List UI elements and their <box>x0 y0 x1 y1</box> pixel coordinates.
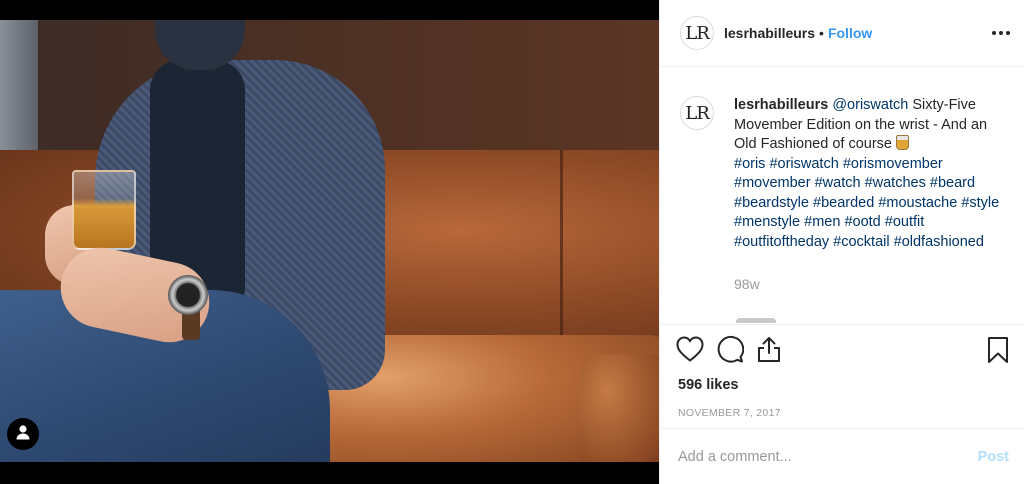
add-comment-bar: Post <box>660 428 1024 484</box>
avatar[interactable]: LR <box>680 16 714 50</box>
share-button[interactable] <box>756 331 796 371</box>
hashtag[interactable]: #orismovember <box>843 156 943 172</box>
action-bar <box>676 325 1009 377</box>
post-header: LR lesrhabilleurs • Follow <box>660 0 1024 67</box>
glass-emoji-icon <box>896 135 910 150</box>
post-comment-button[interactable]: Post <box>978 449 1009 465</box>
hashtag[interactable]: #cocktail <box>833 234 889 250</box>
hashtag[interactable]: #men <box>804 214 840 230</box>
post-media <box>0 0 659 484</box>
caption-body: lesrhabilleurs @oriswatch Sixty-Five Mov… <box>734 96 1009 252</box>
avatar-logo-text: LR <box>685 22 709 44</box>
hashtag[interactable]: #ootd <box>844 214 880 230</box>
comment-icon <box>716 335 745 368</box>
hashtag[interactable]: #movember <box>734 175 811 191</box>
likes-count[interactable]: 596 likes <box>678 377 1009 393</box>
photo-couch-seat-right <box>580 355 659 462</box>
next-comment-peek <box>736 318 776 323</box>
caption-avatar-logo-text: LR <box>685 102 709 124</box>
post-actions: 596 likes November 7, 2017 <box>660 324 1024 428</box>
caption-hashtags: #oris #oriswatch #orismovember #movember… <box>734 156 999 250</box>
user-tag-icon <box>14 423 32 446</box>
more-options-icon <box>991 23 1011 41</box>
comment-input[interactable] <box>678 448 978 465</box>
hashtag[interactable]: #style <box>961 195 999 211</box>
hashtag[interactable]: #outfitoftheday <box>734 234 829 250</box>
save-button[interactable] <box>983 336 1013 369</box>
hashtag[interactable]: #outfit <box>885 214 925 230</box>
header-separator: • <box>819 25 824 41</box>
heart-icon <box>676 335 704 367</box>
follow-button[interactable]: Follow <box>828 25 872 41</box>
user-tag-button[interactable] <box>7 418 39 450</box>
hashtag[interactable]: #watches <box>865 175 926 191</box>
header-username[interactable]: lesrhabilleurs <box>724 25 815 41</box>
photo-watch <box>168 275 208 315</box>
hashtag[interactable]: #menstyle <box>734 214 800 230</box>
caption-avatar[interactable]: LR <box>680 96 714 130</box>
bookmark-icon <box>987 336 1009 369</box>
like-button[interactable] <box>676 331 716 371</box>
post-date[interactable]: November 7, 2017 <box>678 407 1009 419</box>
hashtag[interactable]: #watch <box>815 175 861 191</box>
photo-whisky-glass <box>72 170 136 250</box>
hashtag[interactable]: #bearded <box>813 195 874 211</box>
comment-button[interactable] <box>716 331 756 371</box>
post-photo[interactable] <box>0 20 659 462</box>
hashtag[interactable]: #beard <box>930 175 975 191</box>
hashtag[interactable]: #oriswatch <box>769 156 838 172</box>
hashtag[interactable]: #moustache <box>878 195 957 211</box>
caption-comment: LR lesrhabilleurs @oriswatch Sixty-Five … <box>680 96 1009 252</box>
hashtag[interactable]: #oldfashioned <box>894 234 984 250</box>
hashtag[interactable]: #beardstyle <box>734 195 809 211</box>
caption-username[interactable]: lesrhabilleurs <box>734 97 828 113</box>
photo-couch-seam <box>560 150 563 360</box>
more-options-button[interactable] <box>989 20 1013 44</box>
caption-mention[interactable]: @oriswatch <box>832 97 908 113</box>
post-sidebar: LR lesrhabilleurs • Follow LR lesrhabill… <box>659 0 1024 484</box>
caption-timestamp[interactable]: 98w <box>734 276 1009 292</box>
comments-section: LR lesrhabilleurs @oriswatch Sixty-Five … <box>660 68 1024 323</box>
share-icon <box>756 335 782 368</box>
hashtag[interactable]: #oris <box>734 156 765 172</box>
